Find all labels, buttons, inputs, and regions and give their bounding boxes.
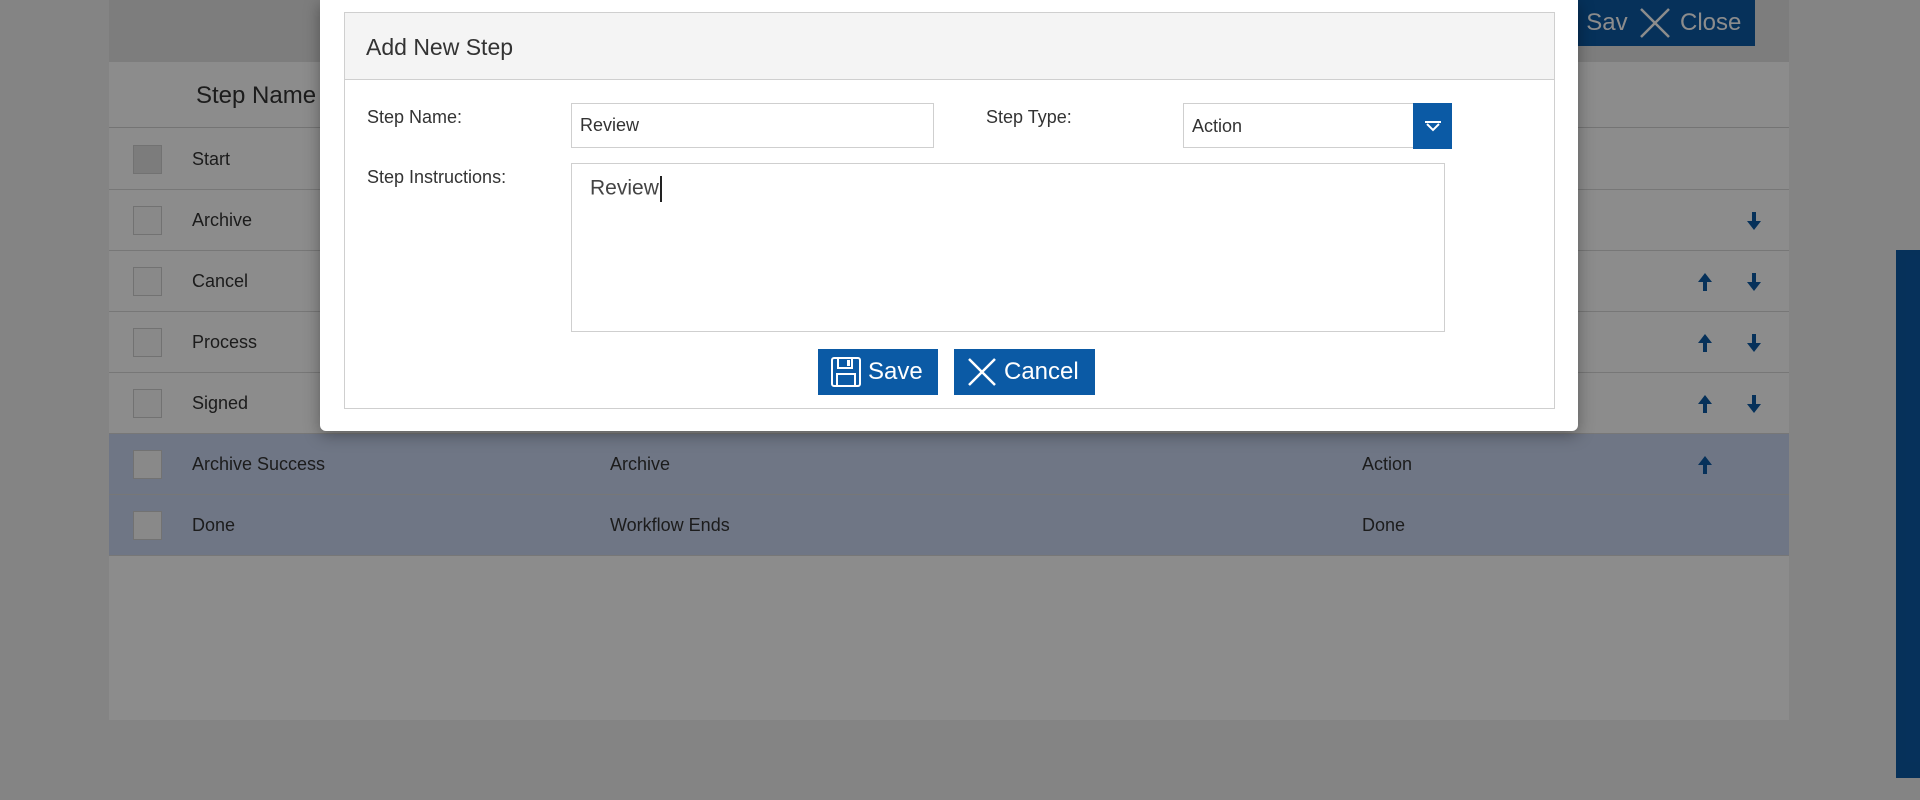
- step-instructions-text: Review: [590, 176, 659, 200]
- step-type-dropdown-button[interactable]: [1413, 103, 1452, 149]
- dialog-header: Add New Step: [345, 13, 1554, 80]
- dialog-cancel-label: Cancel: [1004, 358, 1079, 385]
- step-type-value: Action: [1192, 116, 1243, 136]
- dialog-save-label: Save: [868, 358, 923, 385]
- dialog-cancel-button[interactable]: Cancel: [954, 349, 1095, 395]
- add-step-dialog: Add New Step Step Name: Review Step Type…: [320, 0, 1578, 431]
- dialog-title: Add New Step: [366, 34, 514, 60]
- step-instructions-label: Step Instructions:: [367, 167, 507, 187]
- dialog-save-button[interactable]: Save: [818, 349, 938, 395]
- chevron-down-icon: [1424, 121, 1441, 132]
- step-instructions-textarea[interactable]: Review: [571, 163, 1445, 332]
- step-type-label: Step Type:: [986, 107, 1072, 127]
- step-name-input[interactable]: Review: [571, 103, 934, 148]
- dialog-frame: Add New Step Step Name: Review Step Type…: [344, 12, 1555, 409]
- floppy-disk-icon: [831, 357, 861, 387]
- step-type-select[interactable]: Action: [1183, 103, 1452, 149]
- close-icon: [968, 358, 996, 386]
- step-name-label: Step Name:: [367, 107, 463, 127]
- text-cursor: [659, 176, 662, 202]
